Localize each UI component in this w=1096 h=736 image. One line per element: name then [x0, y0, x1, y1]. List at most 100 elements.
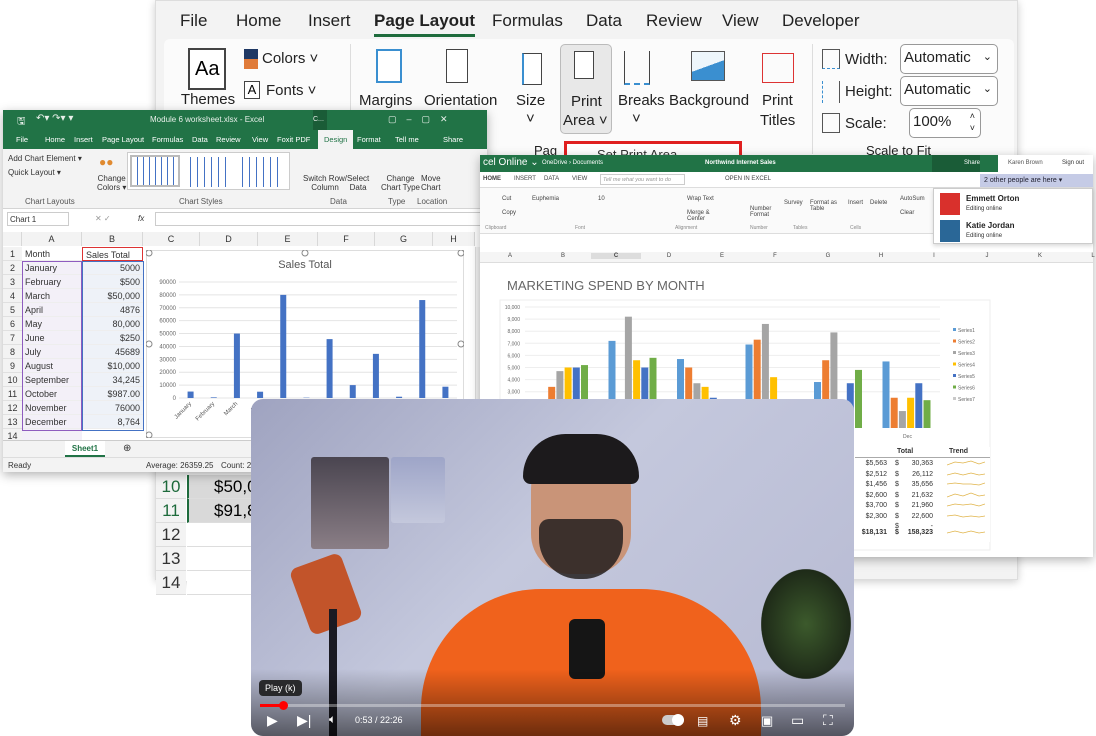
theater-mode-icon[interactable]: ▭ — [791, 712, 804, 729]
progress-bar[interactable] — [260, 701, 845, 710]
ribbon-format-as-table[interactable]: Format as Table — [810, 200, 850, 212]
column-header[interactable]: B — [82, 232, 143, 246]
bar-march[interactable] — [233, 333, 240, 398]
add-sheet-icon[interactable]: ⊕ — [123, 443, 131, 454]
column-header[interactable]: A — [485, 253, 535, 259]
resize-handle[interactable] — [146, 340, 153, 348]
breadcrumb[interactable]: OneDrive › Documents — [542, 160, 603, 166]
tab-view[interactable]: View — [722, 11, 759, 31]
bar-april[interactable] — [257, 391, 264, 398]
ribbon-number-format[interactable]: Number Format — [750, 206, 790, 218]
themes-button[interactable]: Themes — [178, 90, 238, 110]
row-header[interactable]: 4 — [3, 289, 22, 303]
row-header[interactable]: 1 — [3, 247, 22, 261]
row-header[interactable]: 12 — [3, 401, 22, 415]
column-header[interactable]: F — [750, 253, 800, 259]
select-all-corner[interactable] — [3, 232, 22, 246]
resize-handle[interactable] — [146, 250, 153, 257]
bar-series6[interactable] — [923, 400, 931, 428]
column-header[interactable]: C — [143, 232, 200, 246]
column-header[interactable]: K — [1015, 253, 1065, 259]
bar-january[interactable] — [187, 391, 194, 398]
ribbon-copy[interactable]: Copy — [502, 210, 516, 216]
row-header[interactable]: 7 — [3, 331, 22, 345]
ribbon-delete[interactable]: Delete — [870, 200, 887, 206]
cell-month[interactable]: Month — [22, 247, 82, 261]
row-header[interactable]: 2 — [3, 261, 22, 275]
column-header[interactable]: D — [200, 232, 258, 246]
column-header[interactable]: G — [803, 253, 853, 259]
tab-home[interactable]: HOME — [483, 176, 501, 182]
ribbon-autosum[interactable]: AutoSum — [900, 196, 925, 202]
tell-me-input[interactable]: Tell me what you want to do — [600, 174, 685, 185]
bar-september[interactable] — [372, 353, 379, 398]
fullscreen-icon[interactable]: ⛶ — [823, 712, 833, 729]
bar-series5[interactable] — [915, 383, 923, 428]
bar-series1[interactable] — [882, 361, 890, 428]
background-button[interactable]: Background — [669, 91, 749, 111]
tab-home[interactable]: Home — [236, 11, 281, 31]
ribbon-insert[interactable]: Insert — [848, 200, 863, 206]
ribbon-cut[interactable]: Cut — [502, 196, 511, 202]
column-header[interactable]: B — [538, 253, 588, 259]
row-header[interactable]: 8 — [3, 345, 22, 359]
bar-series2[interactable] — [890, 397, 898, 428]
colors-button[interactable]: Colors ˅ — [262, 49, 318, 69]
presence-button[interactable]: 2 other people are here ▾ — [980, 174, 1093, 187]
bar-february[interactable] — [210, 397, 217, 398]
tab-data[interactable]: DATA — [544, 176, 559, 182]
print-area-button[interactable]: Print Area ˅ — [560, 44, 612, 134]
column-header[interactable]: H — [433, 232, 475, 246]
size-button[interactable]: Size — [516, 91, 545, 111]
column-header[interactable]: E — [697, 253, 747, 259]
column-header[interactable]: A — [22, 232, 82, 246]
tab-developer[interactable]: Developer — [782, 11, 860, 31]
tab-formulas[interactable]: Formulas — [492, 11, 563, 31]
column-header[interactable]: F — [318, 232, 375, 246]
bar-august[interactable] — [349, 385, 356, 398]
ribbon-wrap-text[interactable]: Wrap Text — [687, 196, 714, 202]
row-header[interactable]: 10 — [3, 373, 22, 387]
ribbon-euphemia[interactable]: Euphemia — [532, 196, 559, 202]
ribbon-merge-center[interactable]: Merge & Center — [687, 210, 727, 222]
sign-out-link[interactable]: Sign out — [1062, 160, 1084, 166]
ribbon-10[interactable]: 10 — [598, 196, 605, 202]
autoplay-toggle[interactable] — [662, 714, 684, 726]
orientation-button[interactable]: Orientation — [424, 91, 497, 111]
share-button[interactable]: Share — [964, 160, 980, 166]
tab-insert[interactable]: Insert — [308, 11, 351, 31]
next-icon[interactable]: ▶| — [297, 712, 311, 729]
bar-series6[interactable] — [855, 369, 862, 428]
bar-series3[interactable] — [898, 411, 906, 428]
fonts-button[interactable]: Fonts ˅ — [266, 81, 316, 101]
column-header[interactable]: G — [375, 232, 433, 246]
play-icon[interactable]: ▶ — [267, 712, 278, 729]
print-titles-button[interactable]: Print — [762, 91, 793, 111]
app-name[interactable]: cel Online ⌄ — [483, 157, 539, 168]
bar-december[interactable] — [442, 386, 449, 398]
breaks-button[interactable]: Breaks — [618, 91, 665, 111]
row-header[interactable]: 11 — [3, 387, 22, 401]
height-select[interactable]: Automatic ⌄ — [900, 76, 998, 106]
subtitles-icon[interactable]: ▤ — [697, 714, 708, 728]
settings-icon[interactable]: ⚙ — [729, 712, 742, 729]
column-header[interactable]: D — [644, 253, 694, 259]
column-header[interactable]: H — [856, 253, 906, 259]
bar-october[interactable] — [396, 396, 403, 398]
resize-handle[interactable] — [301, 250, 309, 257]
row-header[interactable]: 9 — [3, 359, 22, 373]
open-in-excel-button[interactable]: OPEN IN EXCEL — [725, 176, 771, 182]
volume-icon[interactable]: 🔈︎ — [329, 712, 336, 727]
miniplayer-icon[interactable]: ▣ — [761, 713, 773, 729]
tab-view[interactable]: VIEW — [572, 176, 587, 182]
column-header[interactable]: C — [591, 253, 641, 259]
tab-file[interactable]: File — [180, 11, 207, 31]
ribbon-clear[interactable]: Clear — [900, 210, 914, 216]
tab-data[interactable]: Data — [586, 11, 622, 31]
video-player[interactable]: Play (k) ▶ ▶| 🔈︎ 0:53 / 22:26 ▤ ⚙ ▣ ▭ ⛶ — [251, 399, 854, 736]
width-select[interactable]: Automatic ⌄ — [900, 44, 998, 74]
cell-sales[interactable]: Sales Total — [82, 247, 143, 261]
row-header[interactable]: 3 — [3, 275, 22, 289]
sheet-tab-sheet1[interactable]: Sheet1 — [65, 441, 105, 457]
margins-button[interactable]: Margins — [359, 91, 412, 111]
